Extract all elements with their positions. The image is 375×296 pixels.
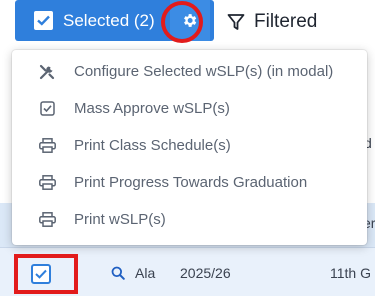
checkbox-checked-icon xyxy=(34,11,53,30)
student-name-cell[interactable]: Ala xyxy=(135,265,167,281)
checkbox-icon xyxy=(38,100,56,118)
menu-item-print-wslp[interactable]: Print wSLP(s) xyxy=(12,201,367,238)
search-icon[interactable] xyxy=(111,266,125,280)
school-year-cell: 2025/26 xyxy=(180,265,231,281)
printer-icon xyxy=(38,174,56,192)
bulk-actions-gear-button[interactable] xyxy=(170,0,210,41)
row-select-checkbox[interactable] xyxy=(31,264,51,284)
filter-button[interactable]: Filtered xyxy=(227,9,317,35)
grade-cell: 11th G xyxy=(330,265,371,281)
printer-icon xyxy=(38,137,56,155)
menu-item-label: Configure Selected wSLP(s) (in modal) xyxy=(74,63,334,80)
gear-icon xyxy=(184,14,197,27)
filter-label: Filtered xyxy=(254,11,318,32)
bulk-actions-menu: Configure Selected wSLP(s) (in modal) Ma… xyxy=(12,50,367,245)
menu-item-configure-selected[interactable]: Configure Selected wSLP(s) (in modal) xyxy=(12,53,367,90)
selected-count-label: Selected (2) xyxy=(63,11,155,30)
menu-item-label: Mass Approve wSLP(s) xyxy=(74,100,230,117)
tools-icon xyxy=(38,63,56,81)
menu-item-print-class-schedule[interactable]: Print Class Schedule(s) xyxy=(12,127,367,164)
menu-item-label: Print wSLP(s) xyxy=(74,211,166,228)
menu-item-label: Print Class Schedule(s) xyxy=(74,137,231,154)
menu-item-label: Print Progress Towards Graduation xyxy=(74,174,308,191)
printer-icon xyxy=(38,211,56,229)
menu-item-print-progress[interactable]: Print Progress Towards Graduation xyxy=(12,164,367,201)
menu-item-mass-approve[interactable]: Mass Approve wSLP(s) xyxy=(12,90,367,127)
filter-icon xyxy=(227,14,245,30)
